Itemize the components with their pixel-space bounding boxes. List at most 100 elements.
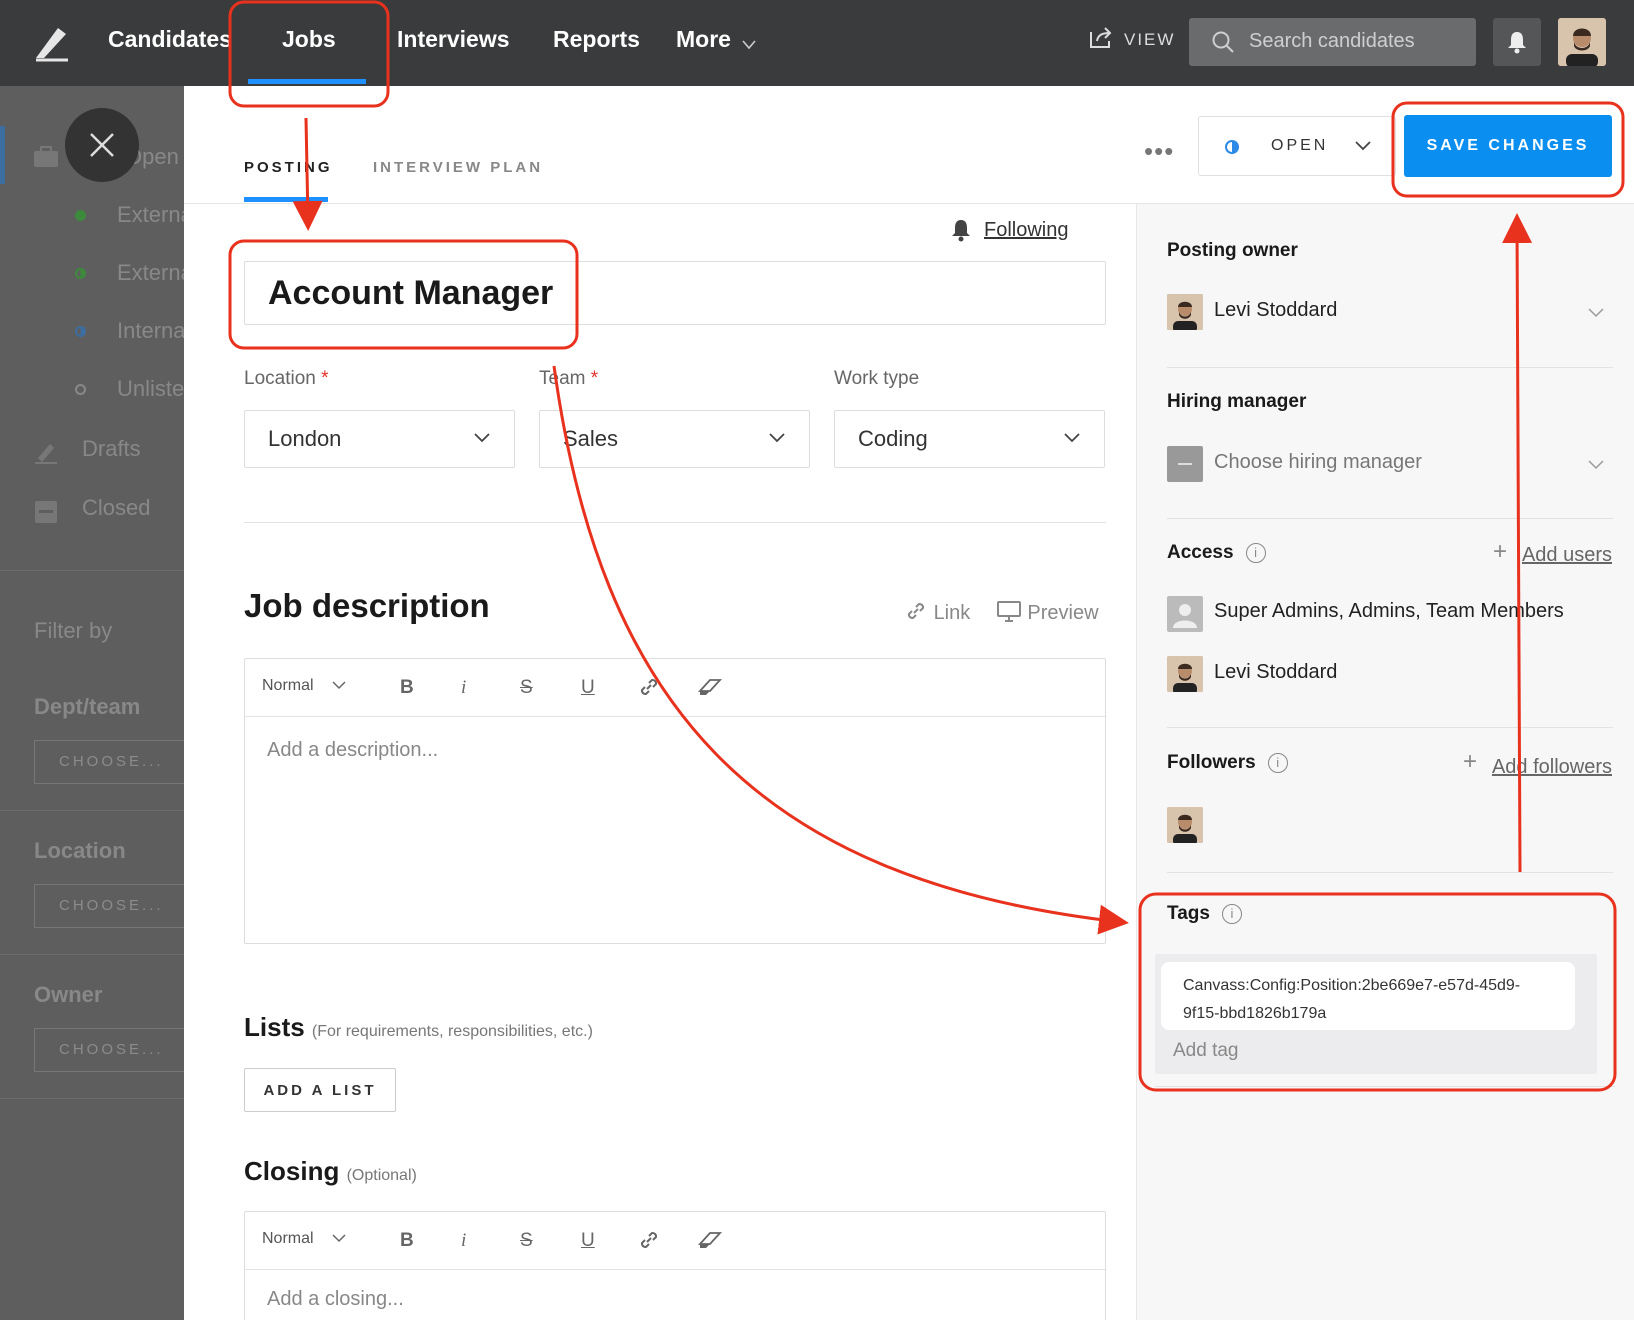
close-panel-button[interactable]: [65, 108, 139, 182]
eraser-icon[interactable]: [697, 677, 723, 697]
closing-editor[interactable]: Normal B i S U Add a closing...: [244, 1211, 1106, 1320]
view-button[interactable]: VIEW: [1088, 27, 1175, 50]
tab-interview-plan[interactable]: INTERVIEW PLAN: [373, 159, 543, 176]
plus-icon: +: [1463, 748, 1478, 775]
access-user-text: Levi Stoddard: [1214, 661, 1338, 683]
placeholder-avatar-icon: [1167, 446, 1203, 482]
chevron-down-icon: [1064, 433, 1080, 443]
search-input[interactable]: Search candidates: [1189, 18, 1476, 66]
work-type-select[interactable]: Coding: [834, 410, 1105, 468]
lists-heading: Lists (For requirements, responsibilitie…: [244, 1012, 593, 1042]
info-icon: i: [1245, 543, 1266, 563]
filter-owner-select[interactable]: CHOOSE...: [34, 1028, 184, 1072]
sidebar-item-closed[interactable]: Closed: [82, 495, 150, 521]
chevron-down-icon: [769, 433, 785, 443]
nav-more[interactable]: More: [676, 26, 731, 53]
editor-toolbar: Normal B i S U: [245, 659, 1105, 717]
chevron-down-icon: [474, 433, 490, 443]
status-half-dot-icon: [75, 268, 86, 279]
paragraph-style-select[interactable]: Normal: [262, 677, 346, 695]
underline-icon[interactable]: U: [581, 677, 595, 699]
chevron-down-icon[interactable]: [1588, 308, 1604, 318]
job-title-input[interactable]: Account Manager: [244, 261, 1106, 325]
app-logo-icon[interactable]: [30, 22, 72, 64]
info-icon: i: [1221, 904, 1242, 924]
monitor-icon: [996, 601, 1021, 622]
notifications-button[interactable]: [1493, 18, 1541, 66]
work-type-label: Work type: [834, 368, 920, 389]
bell-icon: [952, 220, 970, 242]
sidebar-item-drafts[interactable]: Drafts: [82, 436, 141, 462]
strikethrough-icon[interactable]: S: [520, 1230, 533, 1252]
bold-icon[interactable]: B: [400, 677, 414, 699]
sidebar-item-unlisted[interactable]: Unlisted: [117, 376, 184, 402]
nav-jobs[interactable]: Jobs: [282, 26, 336, 53]
italic-icon[interactable]: i: [461, 1230, 466, 1252]
nav-interviews[interactable]: Interviews: [397, 26, 510, 53]
tags-input[interactable]: Canvass:Config:Position:2be669e7-e57d-45…: [1155, 954, 1597, 1074]
section-divider: [1167, 727, 1613, 728]
chevron-down-icon[interactable]: [1588, 460, 1604, 470]
location-label: Location *: [244, 368, 329, 389]
link-label: Link: [933, 602, 971, 624]
preview-label: Preview: [1027, 602, 1099, 624]
paragraph-style-select[interactable]: Normal: [262, 1230, 346, 1248]
status-dropdown[interactable]: OPEN: [1198, 116, 1396, 176]
nav-candidates[interactable]: Candidates: [108, 26, 232, 53]
add-list-button[interactable]: ADD A LIST: [244, 1068, 396, 1112]
hiring-manager-heading: Hiring manager: [1167, 391, 1307, 412]
closed-box-icon: [35, 501, 57, 523]
section-divider: [244, 522, 1106, 523]
editor-toolbar: Normal B i S U: [245, 1212, 1105, 1270]
bold-icon[interactable]: B: [400, 1230, 414, 1252]
add-users-link[interactable]: Add users: [1522, 544, 1612, 567]
tab-posting[interactable]: POSTING: [244, 159, 333, 176]
search-icon: [1212, 31, 1234, 53]
closing-heading: Closing (Optional): [244, 1156, 417, 1186]
eraser-icon[interactable]: [697, 1230, 723, 1250]
follower-avatar[interactable]: [1167, 807, 1203, 843]
italic-icon[interactable]: i: [461, 677, 466, 699]
sidebar-divider: [0, 954, 184, 955]
strikethrough-icon[interactable]: S: [520, 677, 533, 699]
status-empty-dot-icon: [75, 384, 86, 395]
followers-heading: Followers i: [1167, 752, 1288, 774]
link-icon[interactable]: [637, 675, 661, 699]
nav-reports[interactable]: Reports: [553, 26, 640, 53]
sidebar-divider: [0, 810, 184, 811]
description-editor[interactable]: Normal B i S U Add a description...: [244, 658, 1106, 944]
sidebar-item-external-2[interactable]: External: [117, 260, 184, 286]
panel-header: POSTING INTERVIEW PLAN ••• OPEN SAVE CHA…: [184, 86, 1634, 204]
active-tab-indicator: [248, 79, 366, 84]
hiring-manager-select[interactable]: Choose hiring manager: [1214, 451, 1422, 474]
status-label: OPEN: [1271, 137, 1329, 154]
link-icon[interactable]: [637, 1228, 661, 1252]
underline-icon[interactable]: U: [581, 1230, 595, 1252]
more-options-button[interactable]: •••: [1144, 136, 1174, 167]
avatar: [1167, 656, 1203, 692]
top-navigation-bar: Candidates Jobs Interviews Reports More …: [0, 0, 1634, 86]
close-icon: [90, 133, 114, 157]
bell-icon: [1508, 32, 1526, 54]
filter-location-select[interactable]: CHOOSE...: [34, 884, 184, 928]
team-select[interactable]: Sales: [539, 410, 810, 468]
user-avatar[interactable]: [1558, 18, 1606, 66]
location-select[interactable]: London: [244, 410, 515, 468]
sidebar-item-internal[interactable]: Internal: [117, 318, 184, 344]
posting-owner-select[interactable]: Levi Stoddard: [1214, 299, 1337, 322]
link-button[interactable]: Link: [904, 602, 976, 624]
following-toggle[interactable]: Following: [984, 219, 1068, 242]
add-followers-link[interactable]: Add followers: [1492, 756, 1612, 779]
sidebar-item-external[interactable]: External: [117, 202, 184, 228]
preview-button[interactable]: Preview: [996, 601, 1099, 624]
briefcase-icon: [34, 146, 58, 167]
tag-chip[interactable]: Canvass:Config:Position:2be669e7-e57d-45…: [1161, 962, 1575, 1030]
status-indicator-icon: [1225, 140, 1239, 154]
save-changes-button[interactable]: SAVE CHANGES: [1404, 115, 1612, 177]
section-divider: [1167, 518, 1613, 519]
filter-by-label: Filter by: [34, 618, 113, 643]
team-value: Sales: [563, 426, 619, 451]
job-edit-panel: POSTING INTERVIEW PLAN ••• OPEN SAVE CHA…: [184, 86, 1634, 1320]
filter-dept-team-select[interactable]: CHOOSE...: [34, 740, 184, 784]
posting-settings-column: Posting owner Levi Stoddard Hiring manag…: [1136, 204, 1634, 1320]
